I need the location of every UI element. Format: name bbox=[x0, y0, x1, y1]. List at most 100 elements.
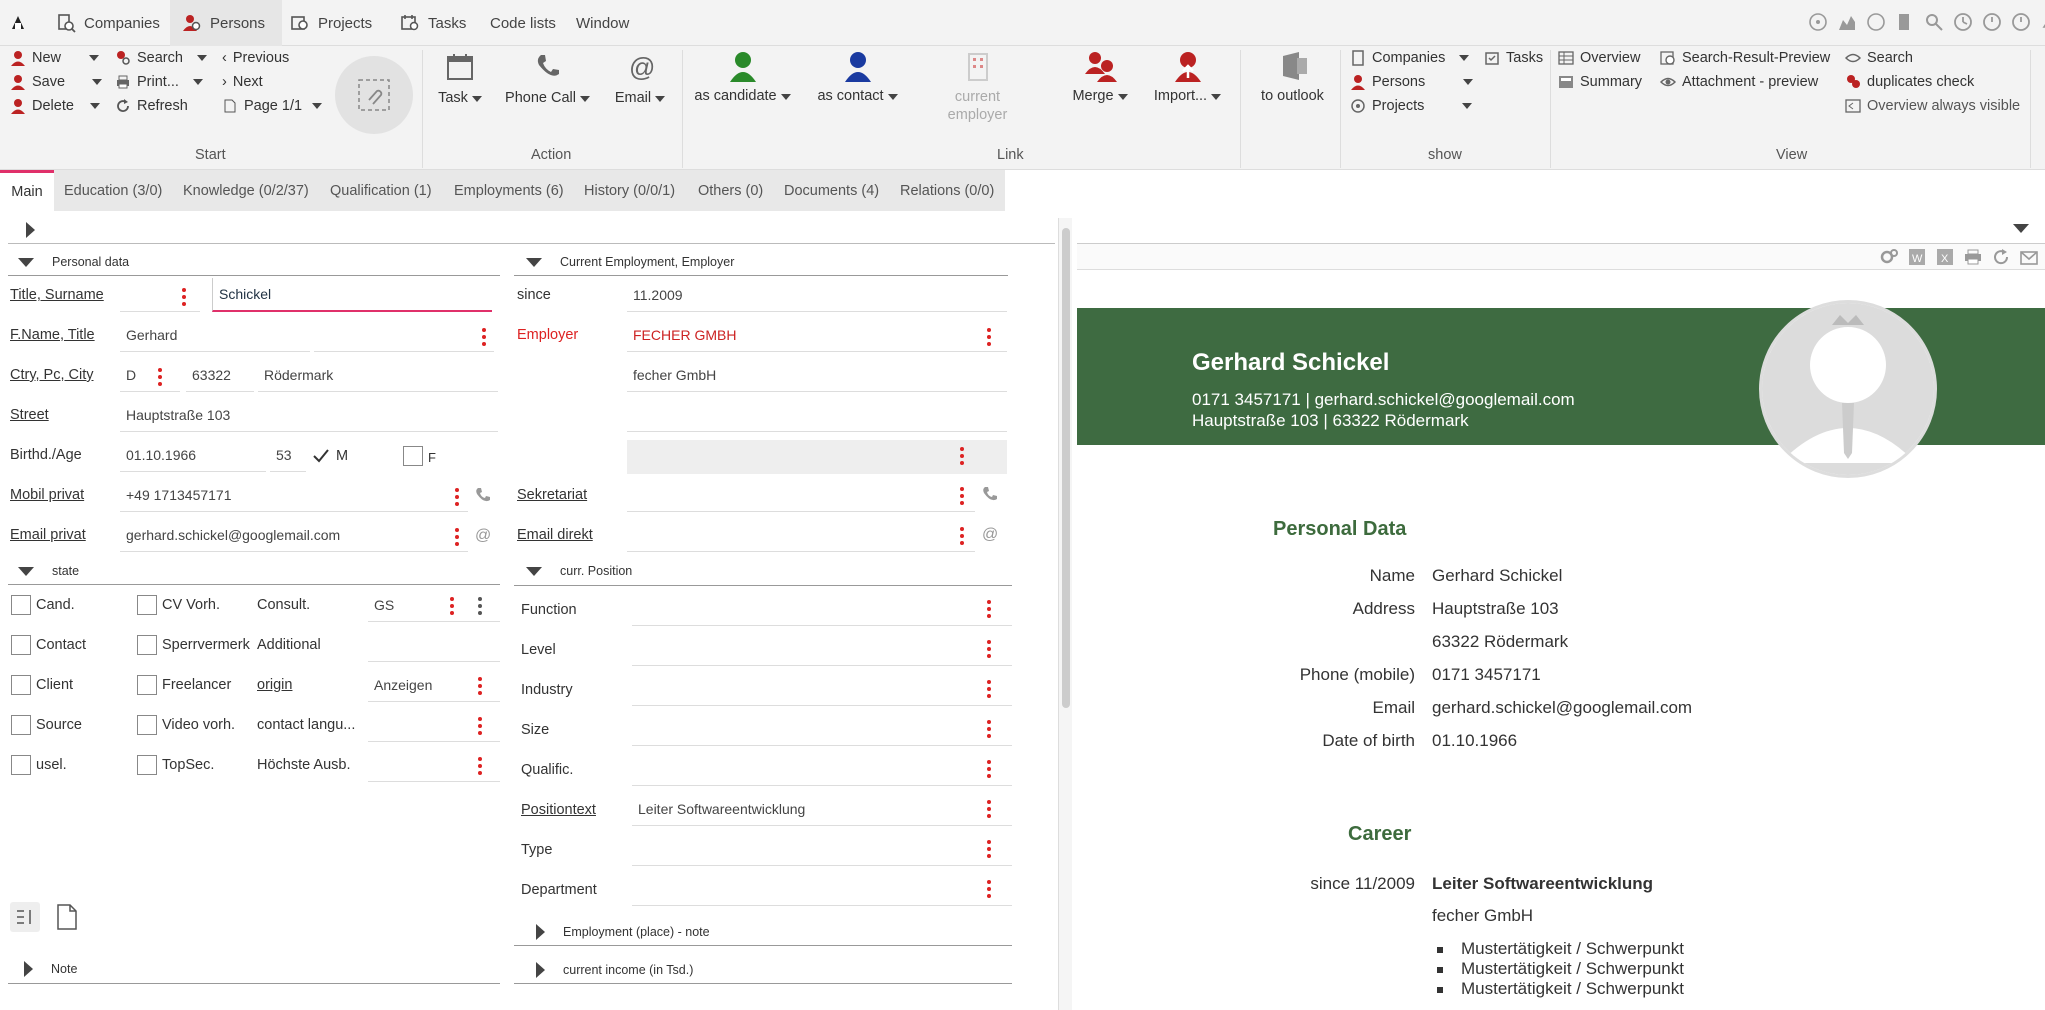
show-projects-button[interactable]: Projects bbox=[1350, 98, 1473, 114]
row-menu-icon[interactable] bbox=[987, 760, 991, 778]
excel-icon[interactable]: X bbox=[1935, 247, 1955, 267]
expand-toggle[interactable] bbox=[26, 222, 35, 238]
employment-header[interactable]: Current Employment, Employer bbox=[526, 255, 734, 269]
show-persons-button[interactable]: Persons bbox=[1350, 74, 1474, 90]
delete-button[interactable]: Delete bbox=[10, 98, 100, 114]
freelancer-checkbox[interactable] bbox=[137, 675, 157, 695]
note-header[interactable]: Note bbox=[24, 961, 77, 977]
tab-others[interactable]: Others (0) bbox=[698, 170, 763, 211]
email-direkt-label[interactable]: Email direkt bbox=[517, 527, 593, 543]
employer-menu-icon[interactable] bbox=[987, 328, 991, 346]
task-button[interactable]: Task bbox=[430, 52, 490, 106]
clock-icon[interactable] bbox=[2011, 12, 2031, 32]
fname-title-label[interactable]: F.Name, Title bbox=[10, 327, 95, 343]
nav-projects[interactable]: Projects bbox=[286, 0, 376, 46]
title2-input[interactable] bbox=[314, 318, 494, 352]
origin-link[interactable]: origin bbox=[257, 677, 292, 693]
size-input[interactable] bbox=[632, 712, 1012, 746]
mail-export-icon[interactable] bbox=[2019, 247, 2039, 267]
tab-main[interactable]: Main bbox=[0, 170, 54, 211]
employer-name-field[interactable]: fecher GmbH bbox=[627, 358, 1007, 392]
email-direkt-menu-icon[interactable] bbox=[960, 527, 964, 545]
firstname-input[interactable]: Gerhard bbox=[120, 318, 310, 352]
tab-education[interactable]: Education (3/0) bbox=[64, 170, 162, 211]
video-checkbox[interactable] bbox=[137, 715, 157, 735]
email-label[interactable]: Email privat bbox=[10, 527, 86, 543]
word-icon[interactable]: W bbox=[1907, 247, 1927, 267]
cloud-icon[interactable] bbox=[1866, 12, 1886, 32]
search-result-preview-button[interactable]: Search-Result-Preview bbox=[1660, 50, 1830, 66]
positiontext-link[interactable]: Positiontext bbox=[521, 802, 596, 818]
sekretariat-menu-icon[interactable] bbox=[960, 487, 964, 505]
email-direkt-input[interactable] bbox=[627, 518, 975, 552]
summary-button[interactable]: Summary bbox=[1558, 74, 1642, 90]
birthdate-input[interactable]: 01.10.1966 bbox=[120, 438, 266, 472]
mobil-menu-icon[interactable] bbox=[455, 488, 459, 506]
consult-menu-icon[interactable] bbox=[450, 597, 454, 615]
country-menu-icon[interactable] bbox=[158, 368, 162, 386]
row-menu-icon[interactable] bbox=[987, 680, 991, 698]
at-small-icon[interactable]: @ bbox=[981, 524, 999, 542]
personal-data-header[interactable]: Personal data bbox=[18, 255, 129, 269]
sekretariat-label[interactable]: Sekretariat bbox=[517, 487, 587, 503]
print-button[interactable]: Print... bbox=[115, 74, 203, 90]
as-contact-button[interactable]: as contact bbox=[810, 50, 905, 104]
clock-check-icon[interactable] bbox=[1982, 12, 2002, 32]
department-input[interactable] bbox=[632, 872, 1012, 906]
sekretariat-input[interactable] bbox=[627, 478, 975, 512]
mobil-input[interactable]: +49 1713457171 bbox=[120, 478, 468, 512]
page-button[interactable]: Page 1/1 bbox=[222, 98, 323, 114]
cv-vorh-checkbox[interactable] bbox=[137, 595, 157, 615]
type-input[interactable] bbox=[632, 832, 1012, 866]
clock-plus-icon[interactable] bbox=[1953, 12, 1973, 32]
view-search-button[interactable]: Search bbox=[1845, 50, 1913, 66]
mobil-label[interactable]: Mobil privat bbox=[10, 487, 84, 503]
document-icon[interactable] bbox=[56, 904, 78, 930]
save-button[interactable]: Save bbox=[10, 74, 103, 90]
street-label[interactable]: Street bbox=[10, 407, 49, 423]
ausb-menu-icon[interactable] bbox=[478, 757, 482, 775]
previous-button[interactable]: ‹ Previous bbox=[222, 50, 289, 66]
contact-checkbox[interactable] bbox=[11, 635, 31, 655]
row-menu-icon[interactable] bbox=[987, 600, 991, 618]
duplicates-check-button[interactable]: duplicates check bbox=[1845, 74, 1974, 90]
nav-persons[interactable]: Persons bbox=[170, 0, 282, 46]
level-input[interactable] bbox=[632, 632, 1012, 666]
consult-extra-icon[interactable] bbox=[478, 597, 482, 615]
tab-employments[interactable]: Employments (6) bbox=[454, 170, 564, 211]
female-checkbox[interactable] bbox=[403, 446, 423, 466]
surname-input[interactable]: Schickel bbox=[212, 278, 492, 312]
employment-note-header[interactable]: Employment (place) - note bbox=[536, 924, 710, 940]
next-button[interactable]: › Next bbox=[222, 74, 263, 90]
title-surname-label[interactable]: Title, Surname bbox=[10, 287, 104, 303]
compass-icon[interactable] bbox=[1808, 12, 1828, 32]
search-icon[interactable] bbox=[1924, 12, 1944, 32]
title-field[interactable] bbox=[120, 278, 200, 312]
overview-always-visible-button[interactable]: Overview always visible bbox=[1845, 98, 2020, 114]
attachment-preview-button[interactable]: Attachment - preview bbox=[1660, 74, 1818, 90]
app-logo[interactable] bbox=[8, 0, 38, 46]
search-button[interactable]: Search bbox=[115, 50, 207, 66]
show-tasks-button[interactable]: Tasks bbox=[1484, 50, 1543, 66]
employer-input[interactable]: FECHER GMBH bbox=[627, 318, 1007, 352]
tab-documents[interactable]: Documents (4) bbox=[784, 170, 879, 211]
row-menu-icon[interactable] bbox=[987, 720, 991, 738]
row-menu-icon[interactable] bbox=[987, 880, 991, 898]
tab-qualification[interactable]: Qualification (1) bbox=[330, 170, 432, 211]
sperrvermerk-checkbox[interactable] bbox=[137, 635, 157, 655]
source-checkbox[interactable] bbox=[11, 715, 31, 735]
attach-drop-zone[interactable] bbox=[335, 56, 413, 134]
state-header[interactable]: state bbox=[18, 564, 79, 578]
phone-small-icon[interactable] bbox=[474, 486, 492, 504]
origin-menu-icon[interactable] bbox=[478, 677, 482, 695]
as-candidate-button[interactable]: as candidate bbox=[690, 50, 795, 104]
address-menu-icon[interactable] bbox=[960, 447, 964, 465]
row-menu-icon[interactable] bbox=[987, 840, 991, 858]
employer-address-field[interactable] bbox=[627, 440, 1007, 474]
import-button[interactable]: Import... bbox=[1145, 50, 1230, 104]
email-input[interactable]: gerhard.schickel@googlemail.com bbox=[120, 518, 468, 552]
refresh-button[interactable]: Refresh bbox=[115, 98, 188, 114]
merge-button[interactable]: Merge bbox=[1060, 50, 1140, 104]
nav-tasks[interactable]: Tasks bbox=[396, 0, 470, 46]
email-menu-icon[interactable] bbox=[455, 528, 459, 546]
